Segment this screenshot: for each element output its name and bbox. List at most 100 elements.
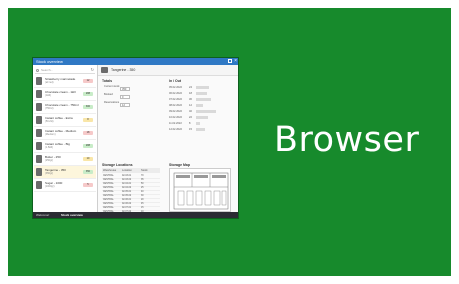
io-date: 12.02.2022 xyxy=(169,128,182,131)
stock-badge: 288 xyxy=(83,92,93,96)
io-qty: 30 xyxy=(189,98,192,101)
list-item[interactable]: Sugar - 1000 (1000gr) 5 xyxy=(34,179,96,192)
io-qty: 15 xyxy=(189,128,192,131)
stock-badge: 288 xyxy=(83,144,93,148)
maximize-icon[interactable] xyxy=(228,59,232,63)
product-thumbnail xyxy=(36,90,42,98)
item-name: Instant coffee - Extra xyxy=(45,115,73,120)
detail-title: Tangerine - 350 xyxy=(111,68,136,72)
io-date: 07.02.2022 xyxy=(169,98,182,101)
refresh-icon[interactable]: ↻ xyxy=(91,67,94,73)
io-qty: 8 xyxy=(189,122,191,125)
totals-value-text: 350 xyxy=(122,88,127,91)
item-name: Strawberry marmelade xyxy=(45,76,76,81)
stock-badge: 12 xyxy=(83,79,93,83)
stock-badge: 18 xyxy=(83,131,93,135)
product-sidebar: Search... ↻ Strawberry marmelade (all red… xyxy=(33,65,98,212)
column-header[interactable]: Location xyxy=(122,169,132,172)
list-item[interactable]: Strawberry marmelade (all red) 12 xyxy=(34,75,96,88)
io-date: 05.02.2022 xyxy=(169,86,182,89)
product-thumbnail xyxy=(36,168,42,176)
item-name: Instant coffee - Big xyxy=(45,141,70,146)
totals-title: Totals xyxy=(102,79,113,83)
search-icon xyxy=(36,68,39,72)
in-out-title: In / Out xyxy=(169,79,182,83)
totals-value-text: 0 xyxy=(122,96,124,99)
item-sub: (1kill) xyxy=(45,94,51,97)
window-title: Stock overview xyxy=(36,59,63,64)
list-item[interactable]: Butter - 250 (250gr) 10 xyxy=(34,153,96,166)
io-bar xyxy=(196,110,216,113)
io-bar xyxy=(196,86,210,89)
item-sub: (1.5kill) xyxy=(45,146,54,149)
product-thumbnail xyxy=(36,103,42,111)
list-item[interactable]: Instant coffee - Medium (Medium) 18 xyxy=(34,127,96,140)
product-thumbnail xyxy=(36,116,42,124)
product-thumbnail xyxy=(36,129,42,137)
stock-badge: 8 xyxy=(83,118,93,122)
window-titlebar: Stock overview × xyxy=(33,58,238,65)
item-name: Tangerine - 350 xyxy=(45,167,66,172)
close-icon[interactable]: × xyxy=(234,58,237,64)
io-bar xyxy=(196,104,203,107)
io-date: 08.02.2022 xyxy=(169,104,182,107)
io-date: 10.02.2022 xyxy=(169,116,182,119)
item-sub: (350gr) xyxy=(45,172,54,175)
list-item[interactable]: Chocolate cream - 750ml (750ml) 300 xyxy=(34,101,96,114)
item-name: Chocolate cream - 750ml xyxy=(45,102,79,107)
totals-value: 12 xyxy=(120,103,130,107)
io-qty: 18 xyxy=(189,92,192,95)
io-bar xyxy=(196,92,207,95)
totals-label: Reservations xyxy=(104,101,120,104)
column-header[interactable]: Warehouse xyxy=(103,169,116,172)
stock-badge: 300 xyxy=(83,105,93,109)
io-qty: 24 xyxy=(189,86,192,89)
item-sub: (Medium) xyxy=(45,133,56,136)
io-bar xyxy=(196,128,205,131)
list-item[interactable]: Instant coffee - Extra (50.2kt) 8 xyxy=(34,114,96,127)
storage-locations-title: Storage Locations xyxy=(102,163,133,167)
item-sub: (all red) xyxy=(45,81,54,84)
product-image xyxy=(101,67,108,73)
product-thumbnail xyxy=(36,77,42,85)
io-bar xyxy=(196,98,212,101)
totals-value-text: 12 xyxy=(122,104,125,107)
item-sub: (50.2kt) xyxy=(45,120,54,123)
status-bar: Welcome! Stock overview xyxy=(33,212,238,218)
stock-badge: 10 xyxy=(83,157,93,161)
detail-panel: Tangerine - 350 Totals Current stock 350 B… xyxy=(98,65,238,215)
stock-badge: 350 xyxy=(83,170,93,174)
tab-stock-overview[interactable]: Stock overview xyxy=(61,212,83,218)
column-header[interactable]: Stock xyxy=(141,169,148,172)
totals-label: Current stock xyxy=(104,85,120,88)
list-item[interactable]: Instant coffee - Big (1.5kill) 288 xyxy=(34,140,96,153)
io-date: 11.02.2022 xyxy=(169,122,182,125)
io-bar xyxy=(196,122,201,125)
detail-header: Tangerine - 350 xyxy=(98,65,238,76)
io-date: 09.02.2022 xyxy=(169,110,182,113)
totals-value: 350 xyxy=(120,87,130,91)
list-item[interactable]: Chocolate cream - 1kill (1kill) 288 xyxy=(34,88,96,101)
list-item[interactable]: Tangerine - 350 (350gr) 350 xyxy=(34,166,96,179)
storage-map xyxy=(169,168,231,212)
tile-label: Browser xyxy=(274,120,420,160)
io-qty: 12 xyxy=(189,104,192,107)
totals-label: Booked xyxy=(104,93,113,96)
stock-badge: 5 xyxy=(83,183,93,187)
item-name: Chocolate cream - 1kill xyxy=(45,89,76,94)
item-name: Butter - 250 xyxy=(45,154,61,159)
status-left: Welcome! xyxy=(36,213,50,217)
io-qty: 22 xyxy=(189,116,192,119)
totals-value: 0 xyxy=(120,95,130,99)
io-date: 06.02.2022 xyxy=(169,92,182,95)
product-thumbnail xyxy=(36,155,42,163)
io-bar xyxy=(196,116,209,119)
storage-map-title: Storage Map xyxy=(169,163,191,167)
item-sub: (250gr) xyxy=(45,159,54,162)
io-qty: 40 xyxy=(189,110,192,113)
item-sub: (1000gr) xyxy=(45,185,55,188)
item-name: Sugar - 1000 xyxy=(45,180,63,185)
search-input[interactable]: Search... ↻ xyxy=(35,67,95,74)
table-header: Warehouse Location Stock xyxy=(102,168,160,173)
search-placeholder: Search... xyxy=(41,68,54,72)
